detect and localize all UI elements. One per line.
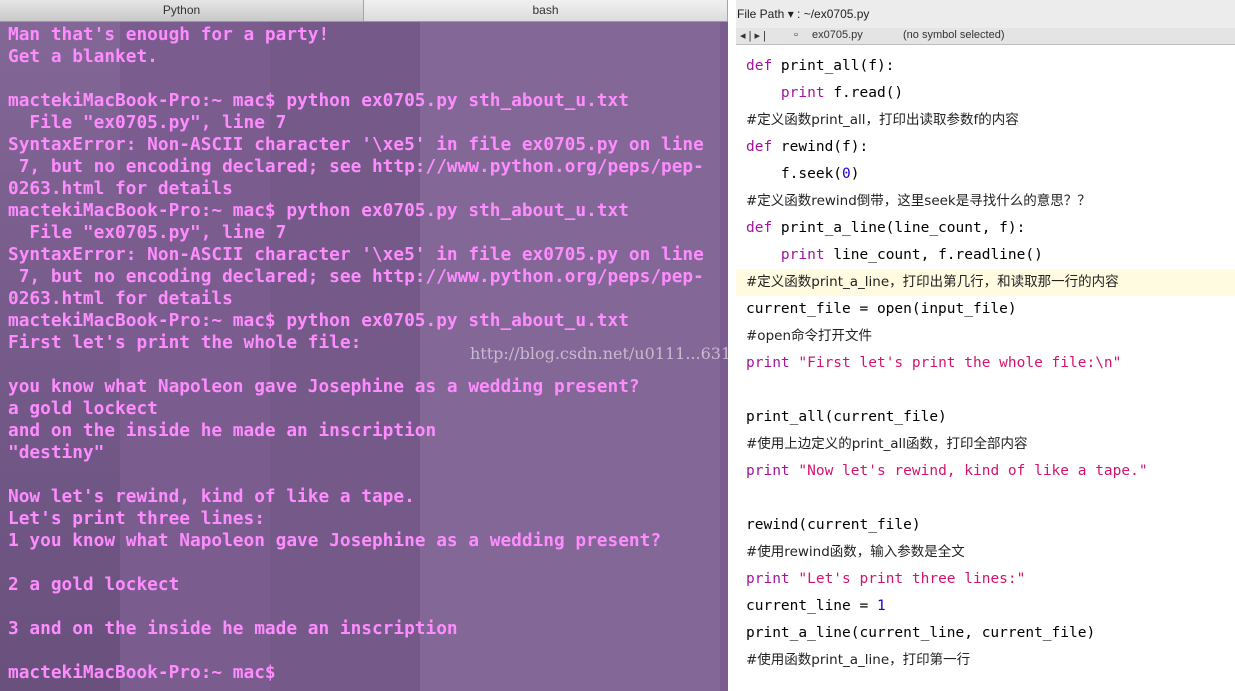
terminal-line: SyntaxError: Non-ASCII character '\xe5' … [8,134,704,155]
document-icon: ▫ [794,29,798,41]
terminal-line: "destiny" [8,442,105,463]
code-keyword: def [746,139,781,155]
code-area[interactable]: def print_all(f): print f.read() #定义函数pri… [736,53,1235,674]
jump-nav-arrows[interactable]: ◂ | ▸ | [740,29,766,42]
code-string: "First let's print the whole file:\n" [798,355,1122,371]
file-path-label[interactable]: File Path ▾ : ~/ex0705.py [737,7,869,21]
code-line[interactable]: #使用函数print_a_line，打印第一行 [746,647,1235,674]
code-text: print_a_line(current_line, current_file) [746,625,1096,641]
code-comment: #使用rewind函数，输入参数是全文 [746,544,965,560]
terminal-line: Man that's enough for a party! [8,24,330,45]
terminal-line: Let's print three lines: [8,508,265,529]
terminal-line: SyntaxError: Non-ASCII character '\xe5' … [8,244,704,265]
code-number: 0 [842,166,851,182]
code-keyword: print [746,463,799,479]
code-line[interactable]: rewind(current_file) [746,512,1235,539]
code-text: current_line = [746,598,877,614]
jump-filename[interactable]: ex0705.py [812,29,863,41]
code-text: line_count, f.readline() [833,247,1043,263]
code-line[interactable]: current_line = 1 [746,593,1235,620]
terminal-line: 1 you know what Napoleon gave Josephine … [8,530,662,551]
code-text: rewind(current_file) [746,517,921,533]
code-line[interactable]: print "First let's print the whole file:… [746,350,1235,377]
tab-bash[interactable]: bash [364,0,728,21]
jump-symbol-selector[interactable]: (no symbol selected) [903,29,1005,41]
code-line[interactable]: def print_all(f): [746,53,1235,80]
terminal-line: 3 and on the inside he made an inscripti… [8,618,458,639]
terminal-line: 7, but no encoding declared; see http://… [8,156,704,177]
code-line[interactable] [746,377,1235,404]
code-line[interactable] [746,485,1235,512]
watermark: http://blog.csdn.net/u0111...6313 [470,344,742,363]
code-comment: #使用函数print_a_line，打印第一行 [746,652,971,668]
code-line[interactable]: f.seek(0) [746,161,1235,188]
code-text: f.read() [833,85,904,101]
code-line[interactable]: #定义函数print_all，打印出读取参数f的内容 [746,107,1235,134]
terminal-line: a gold lockect [8,398,158,419]
code-text: print_all(f): [780,58,895,74]
code-line[interactable]: print_a_line(current_line, current_file) [746,620,1235,647]
code-comment: #定义函数print_all，打印出读取参数f的内容 [746,112,1019,128]
code-line[interactable]: #定义函数rewind倒带，这里seek是寻找什么的意思？？ [746,188,1235,215]
code-line[interactable]: current_file = open(input_file) [746,296,1235,323]
code-line[interactable]: #open命令打开文件 [746,323,1235,350]
code-keyword: print [780,85,834,101]
code-keyword: def [746,58,781,74]
code-text: f.seek( [746,166,843,182]
code-text: print_a_line(line_count, f): [780,220,1026,236]
terminal-line: 0263.html for details [8,288,233,309]
code-comment: #定义函数rewind倒带，这里seek是寻找什么的意思？？ [746,193,1091,209]
terminal-line: 2 a gold lockect [8,574,180,595]
file-path-bar[interactable]: File Path ▾ : ~/ex0705.py [736,0,1235,29]
code-editor-window[interactable]: File Path ▾ : ~/ex0705.py ◂ | ▸ | ▫ ex07… [728,0,1235,691]
code-line[interactable]: print_all(current_file) [746,404,1235,431]
code-string: "Let's print three lines:" [798,571,1026,587]
terminal-line: mactekiMacBook-Pro:~ mac$ python ex0705.… [8,310,629,331]
code-comment: #使用上边定义的print_all函数，打印全部内容 [746,436,1028,452]
terminal-line: 7, but no encoding declared; see http://… [8,266,704,287]
jump-bar: ◂ | ▸ | ▫ ex0705.py (no symbol selected) [736,28,1235,45]
code-line[interactable]: #使用rewind函数，输入参数是全文 [746,539,1235,566]
terminal-line: mactekiMacBook-Pro:~ mac$ python ex0705.… [8,90,629,111]
code-number: 1 [876,598,886,614]
terminal-line: mactekiMacBook-Pro:~ mac$ [8,662,276,683]
code-keyword: print [780,247,834,263]
code-comment: #定义函数print_a_line，打印出第几行，和读取那一行的内容 [746,274,1119,290]
code-keyword: print [746,571,799,587]
tab-python[interactable]: Python [0,0,364,21]
code-line[interactable]: print "Let's print three lines:" [746,566,1235,593]
code-line[interactable]: def rewind(f): [746,134,1235,161]
code-line[interactable]: def print_a_line(line_count, f): [746,215,1235,242]
code-keyword: def [746,220,781,236]
terminal-line: Get a blanket. [8,46,158,67]
code-line[interactable]: print f.read() [746,80,1235,107]
code-line[interactable]: #定义函数print_a_line，打印出第几行，和读取那一行的内容 [736,269,1235,296]
terminal-line: Now let's rewind, kind of like a tape. [8,486,415,507]
terminal-line: File "ex0705.py", line 7 [8,222,287,243]
code-text: rewind(f): [780,139,869,155]
terminal-line: File "ex0705.py", line 7 [8,112,287,133]
code-text: print_all(current_file) [746,409,947,425]
code-line[interactable]: print line_count, f.readline() [746,242,1235,269]
code-line[interactable]: #使用上边定义的print_all函数，打印全部内容 [746,431,1235,458]
code-string: "Now let's rewind, kind of like a tape." [798,463,1148,479]
terminal-line: you know what Napoleon gave Josephine as… [8,376,640,397]
terminal-line: and on the inside he made an inscription [8,420,437,441]
code-text: current_file = open(input_file) [746,301,1017,317]
terminal-line: mactekiMacBook-Pro:~ mac$ python ex0705.… [8,200,629,221]
code-keyword: print [746,355,799,371]
code-text: ) [850,166,860,182]
terminal-line: 0263.html for details [8,178,233,199]
terminal-tab-bar: Python bash [0,0,728,22]
code-comment: #open命令打开文件 [746,328,873,344]
code-line[interactable]: print "Now let's rewind, kind of like a … [746,458,1235,485]
